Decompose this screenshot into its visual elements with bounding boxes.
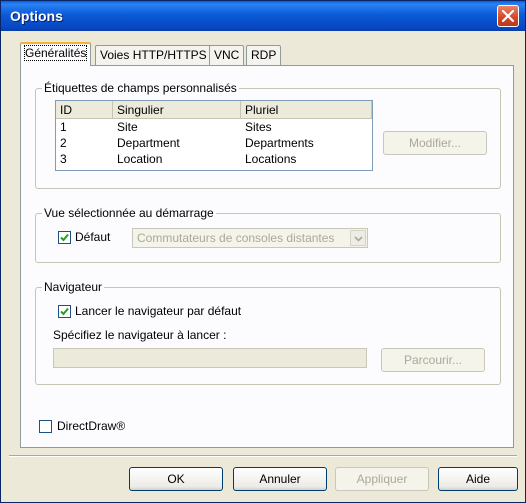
browser-path-field[interactable]	[53, 348, 367, 368]
tab-rdp[interactable]: RDP	[246, 45, 282, 65]
browse-button[interactable]: Parcourir...	[381, 348, 485, 372]
table-header: ID Singulier Pluriel	[56, 101, 372, 120]
tab-rdp-label: RDP	[251, 48, 277, 62]
cell-pluriel: Departments	[245, 136, 314, 150]
tab-voies-http-label: Voies HTTP/HTTPS	[100, 48, 207, 62]
chevron-down-icon	[354, 236, 363, 242]
startup-view-value: Commutateurs de consoles distantes	[137, 231, 335, 245]
custom-fields-legend: Étiquettes de champs personnalisés	[42, 81, 239, 95]
checkmark-icon	[60, 233, 69, 242]
cell-id: 3	[60, 152, 67, 166]
footer-separator	[9, 455, 517, 457]
directdraw-checkbox[interactable]	[39, 420, 52, 433]
ok-button[interactable]: OK	[129, 467, 223, 491]
cancel-button[interactable]: Annuler	[233, 467, 327, 491]
tab-vnc[interactable]: VNC	[209, 45, 245, 65]
close-icon	[502, 10, 514, 22]
column-header-singulier[interactable]: Singulier	[113, 101, 241, 119]
browser-legend: Navigateur	[42, 280, 105, 294]
cell-pluriel: Sites	[245, 120, 272, 134]
options-dialog: Options Généralités Voies HTTP/HTTPS VNC…	[0, 0, 526, 503]
tab-vnc-label: VNC	[214, 48, 240, 62]
startup-view-select[interactable]: Commutateurs de consoles distantes	[132, 228, 368, 248]
cell-singulier: Department	[117, 136, 180, 150]
directdraw-label: DirectDraw®	[57, 419, 126, 433]
cell-id: 1	[60, 120, 67, 134]
column-header-id[interactable]: ID	[56, 101, 113, 119]
close-button[interactable]	[497, 5, 519, 27]
title-bar[interactable]: Options	[1, 1, 525, 31]
window-title: Options	[10, 8, 63, 24]
cell-singulier: Location	[117, 152, 163, 166]
modify-button[interactable]: Modifier...	[383, 131, 487, 155]
tab-generalites-label: Généralités	[23, 45, 88, 61]
table-row[interactable]: 2 Department Departments	[56, 136, 372, 152]
help-button[interactable]: Aide	[438, 467, 518, 491]
table-row[interactable]: 1 Site Sites	[56, 120, 372, 136]
launch-default-browser-checkbox[interactable]	[58, 305, 71, 318]
column-header-pluriel[interactable]: Pluriel	[241, 101, 372, 119]
table-row[interactable]: 3 Location Locations	[56, 152, 372, 168]
tab-voies-http[interactable]: Voies HTTP/HTTPS	[95, 45, 212, 65]
custom-fields-table[interactable]: ID Singulier Pluriel 1 Site Sites 2 Depa…	[55, 100, 373, 171]
default-checkbox-label: Défaut	[75, 230, 111, 244]
startup-view-dropdown-button[interactable]	[350, 230, 366, 246]
cell-singulier: Site	[117, 120, 138, 134]
default-checkbox[interactable]	[58, 231, 71, 244]
cell-id: 2	[60, 136, 67, 150]
launch-default-browser-label: Lancer le navigateur par défaut	[75, 304, 242, 318]
specify-browser-label: Spécifiez le navigateur à lancer :	[53, 328, 227, 342]
cell-pluriel: Locations	[245, 152, 297, 166]
apply-button[interactable]: Appliquer	[335, 467, 429, 491]
checkmark-icon	[60, 307, 69, 316]
startup-view-legend: Vue sélectionnée au démarrage	[42, 206, 216, 220]
tab-generalites[interactable]: Généralités	[20, 42, 92, 66]
